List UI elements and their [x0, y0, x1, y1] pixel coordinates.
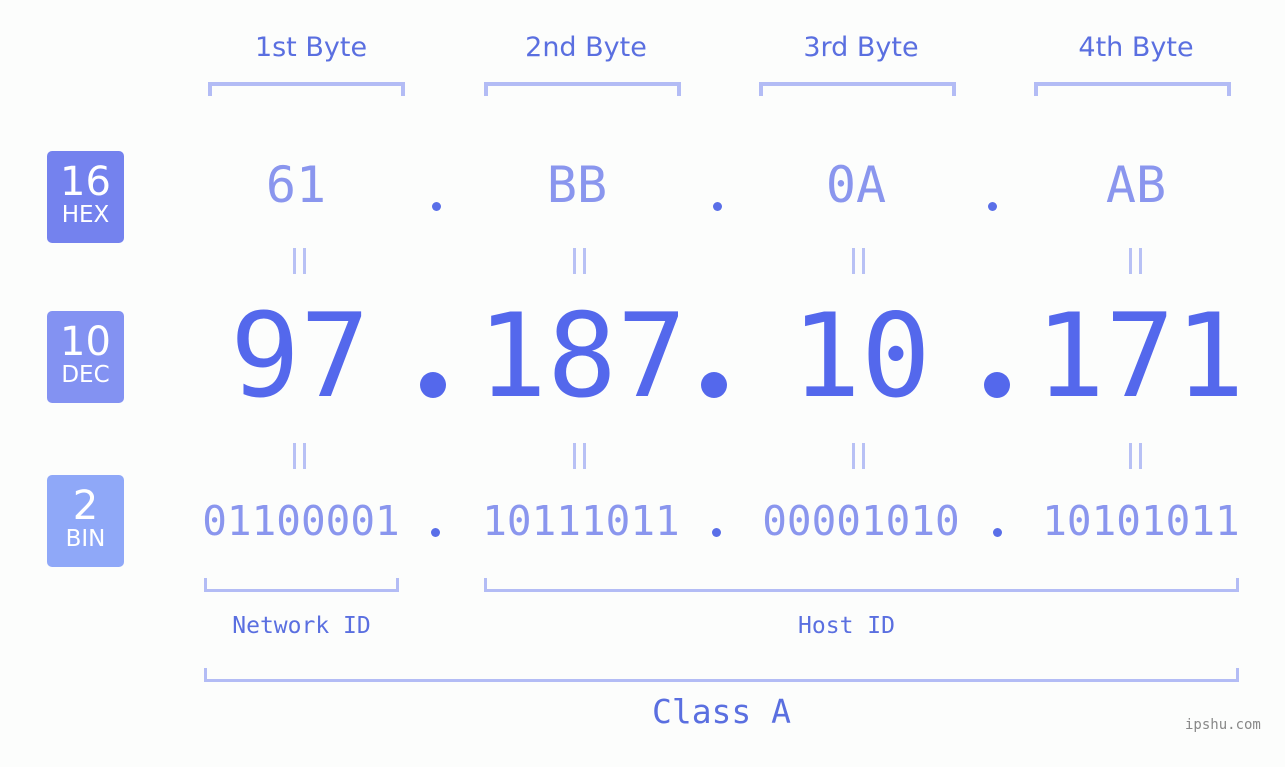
bin-value-1: 01100001: [202, 497, 400, 545]
class-bracket: [204, 668, 1239, 682]
host-id-label: Host ID: [798, 613, 895, 639]
equals-marker: [1129, 443, 1142, 469]
byte-header-2: 2nd Byte: [525, 32, 647, 63]
watermark: ipshu.com: [1185, 717, 1261, 733]
hex-value-3: 0A: [825, 156, 887, 214]
equals-marker: [573, 443, 586, 469]
bin-separator-dot: [712, 528, 721, 537]
dec-separator-dot: [984, 372, 1010, 398]
bin-separator-dot: [993, 528, 1002, 537]
bin-badge-number: 2: [72, 483, 99, 529]
dec-value-2: 187: [477, 289, 687, 424]
hex-value-4: AB: [1105, 156, 1167, 214]
network-id-label: Network ID: [232, 613, 371, 639]
byte-bracket-3: [759, 82, 956, 96]
equals-marker: [852, 443, 865, 469]
dec-separator-dot: [701, 372, 727, 398]
hex-value-2: BB: [546, 156, 608, 214]
bin-value-3: 00001010: [762, 497, 960, 545]
hex-value-1: 61: [265, 156, 327, 214]
byte-header-4: 4th Byte: [1078, 32, 1194, 63]
bin-separator-dot: [431, 528, 440, 537]
dec-badge-unit: DEC: [61, 362, 110, 388]
dec-value-1: 97: [230, 289, 370, 424]
hex-badge-unit: HEX: [61, 202, 110, 228]
dec-value-3: 10: [791, 289, 931, 424]
host-id-bracket: [484, 578, 1239, 592]
network-id-bracket: [204, 578, 399, 592]
byte-bracket-2: [484, 82, 681, 96]
byte-header-3: 3rd Byte: [803, 32, 919, 63]
class-label: Class A: [651, 692, 792, 731]
equals-marker: [1129, 248, 1142, 274]
dec-separator-dot: [420, 372, 446, 398]
equals-marker: [293, 443, 306, 469]
byte-bracket-4: [1034, 82, 1231, 96]
hex-separator-dot: [432, 202, 441, 211]
bin-value-2: 10111011: [482, 497, 680, 545]
dec-badge: 10 DEC: [47, 311, 124, 403]
bin-badge-unit: BIN: [65, 526, 106, 552]
hex-badge-number: 16: [60, 159, 111, 205]
equals-marker: [852, 248, 865, 274]
hex-badge: 16 HEX: [47, 151, 124, 243]
hex-separator-dot: [713, 202, 722, 211]
dec-badge-number: 10: [60, 319, 111, 365]
equals-marker: [573, 248, 586, 274]
byte-header-1: 1st Byte: [254, 32, 368, 63]
bin-value-4: 10101011: [1042, 497, 1240, 545]
equals-marker: [293, 248, 306, 274]
hex-separator-dot: [988, 202, 997, 211]
byte-bracket-1: [208, 82, 405, 96]
bin-badge: 2 BIN: [47, 475, 124, 567]
dec-value-4: 171: [1035, 289, 1245, 424]
